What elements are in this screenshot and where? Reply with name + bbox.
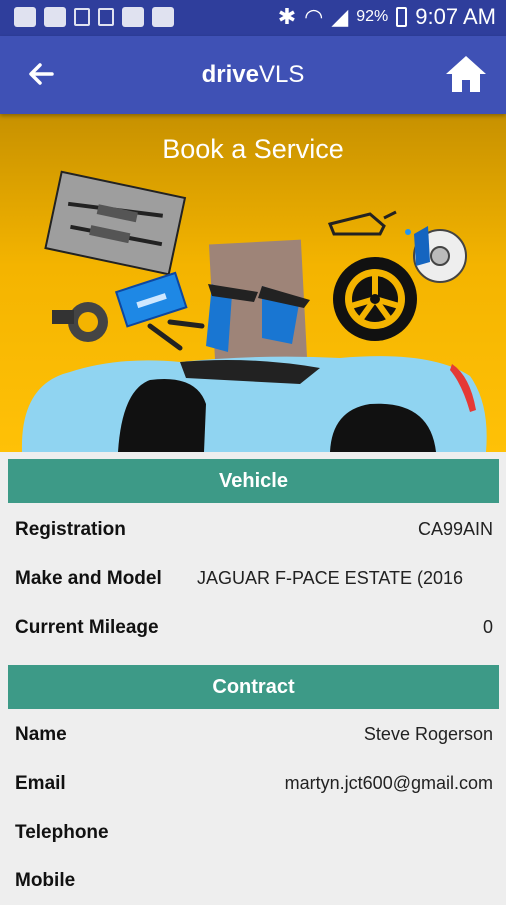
contract-section-header: Contract	[8, 665, 499, 709]
name-label: Name	[15, 724, 67, 745]
email-value[interactable]: martyn.jct600@gmail.com	[285, 759, 493, 808]
mileage-value: 0	[482, 617, 493, 637]
email-label: Email	[15, 773, 66, 794]
status-bar: ✱ ◠ ◢ 92% 9:07 AM	[0, 0, 506, 36]
wifi-icon: ◠	[304, 4, 324, 29]
mobile-label: Mobile	[15, 870, 76, 891]
message-notification-icon	[14, 7, 36, 27]
email-row: Email martyn.jct600@gmail.com	[0, 759, 506, 808]
app-notification-icon	[152, 7, 174, 27]
download-icon	[98, 8, 114, 26]
bluetooth-icon: ✱	[277, 4, 297, 29]
email-icon	[122, 7, 144, 27]
registration-row: Registration CA99AIN	[0, 505, 506, 554]
telephone-row: Telephone	[0, 808, 506, 857]
banner-heading: Book a Service	[162, 134, 344, 164]
battery-icon	[396, 7, 408, 27]
name-row: Name Steve Rogerson	[0, 710, 506, 759]
name-value: Steve Rogerson	[363, 724, 493, 744]
app-title: driveVLS	[201, 61, 305, 88]
make-model-label: Make and Model	[15, 568, 162, 589]
clock: 9:07 AM	[415, 4, 496, 29]
notification-icons	[14, 7, 174, 27]
home-icon[interactable]	[444, 52, 488, 96]
make-model-value: JAGUAR F-PACE ESTATE (2016	[197, 568, 464, 588]
battery-percent: 92%	[356, 8, 389, 25]
app-bar: driveVLS	[0, 36, 506, 114]
make-model-row: Make and Model JAGUAR F-PACE ESTATE (201…	[0, 554, 506, 603]
usb-icon	[74, 8, 90, 26]
mileage-label: Current Mileage	[15, 617, 159, 638]
mobile-row: Mobile	[0, 856, 506, 905]
telephone-label: Telephone	[15, 822, 109, 843]
registration-value: CA99AIN	[417, 519, 493, 539]
vehicle-section-header: Vehicle	[8, 459, 499, 503]
mileage-row: Current Mileage 0	[0, 603, 506, 652]
chat-notification-icon	[44, 7, 66, 27]
book-service-banner[interactable]: Book a Service	[0, 114, 506, 452]
registration-label: Registration	[15, 519, 126, 540]
signal-icon: ◢	[331, 4, 349, 29]
